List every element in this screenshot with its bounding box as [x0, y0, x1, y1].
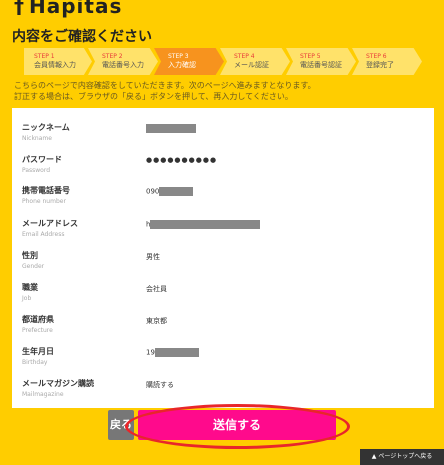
- row-nickname: ニックネーム Nickname: [22, 122, 422, 152]
- row-password: パスワード Password ●●●●●●●●●●: [22, 155, 218, 174]
- highlight-ring: [125, 404, 350, 449]
- step-5: STEP 5 電話番号認証: [286, 48, 356, 75]
- step-3: STEP 3 入力確認: [154, 48, 224, 75]
- row-prefecture: 都道府県 Prefecture 東京都: [22, 315, 167, 334]
- job-value: 会社員: [146, 285, 167, 293]
- step-indicator: STEP 1 会員情報入力 STEP 2 電話番号入力 STEP 3 入力確認 STE…: [24, 48, 424, 75]
- row-job: 職業 Job 会社員: [22, 283, 167, 302]
- row-phone: 携帯電話番号 Phone number 090: [22, 185, 422, 215]
- row-birthday: 生年月日 Birthday 19: [22, 346, 422, 376]
- confirmation-panel: ニックネーム Nickname パスワード Password ●●●●●●●●●● …: [12, 108, 434, 408]
- page-top-button[interactable]: ▲ ページトップへ戻る: [360, 449, 444, 465]
- step-1: STEP 1 会員情報入力: [24, 48, 92, 75]
- page-title: 内容をご確認ください: [12, 29, 152, 45]
- phone-value: 090: [146, 187, 194, 196]
- email-value: h: [146, 220, 261, 229]
- mailmagazine-value: 購読する: [146, 381, 174, 389]
- step-6: STEP 6 登録完了: [352, 48, 422, 75]
- step-4: STEP 4 メール認証: [220, 48, 290, 75]
- password-value: ●●●●●●●●●●: [146, 156, 218, 164]
- hapitas-logo[interactable]: † Hapitas: [14, 0, 122, 18]
- logo-mark-icon: †: [14, 0, 25, 18]
- nickname-value: [146, 124, 196, 133]
- birthday-value: 19: [146, 348, 199, 357]
- step-2: STEP 2 電話番号入力: [88, 48, 158, 75]
- action-area: 戻る 送信する ▲ ページトップへ戻る: [0, 404, 444, 465]
- row-email: メールアドレス Email Address h: [22, 218, 422, 248]
- gender-value: 男性: [146, 253, 160, 261]
- row-gender: 性別 Gender 男性: [22, 251, 160, 270]
- confirmation-notice: こちらのページで内容確認をしていただきます。次のページへ進みますとなります。 訂…: [14, 81, 316, 101]
- prefecture-value: 東京都: [146, 317, 167, 325]
- logo-text: Hapitas: [29, 0, 123, 18]
